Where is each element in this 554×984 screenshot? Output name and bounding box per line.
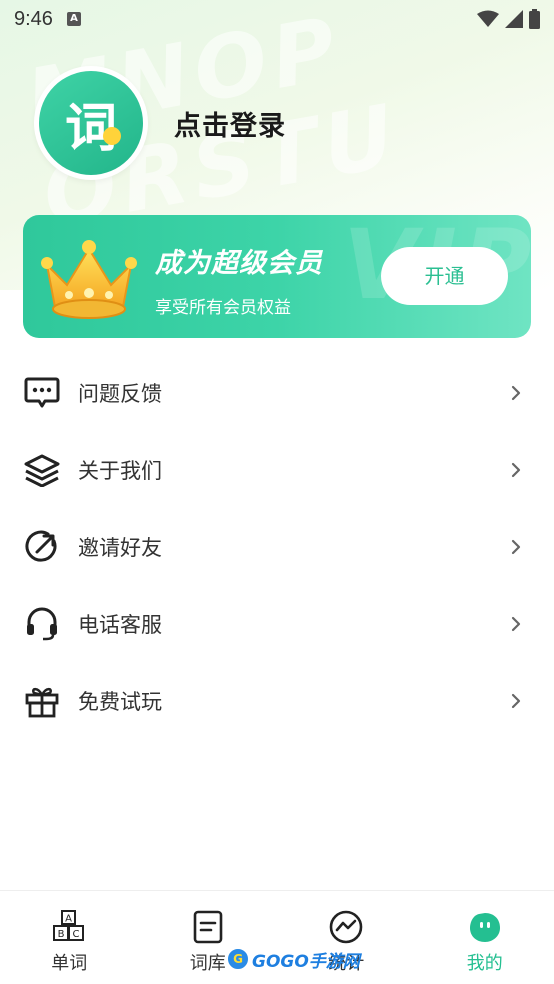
svg-text:C: C [73,929,80,940]
chevron-right-icon [511,462,521,477]
menu-item-feedback[interactable]: 问题反馈 [0,354,554,431]
crown-icon [41,240,137,319]
status-time: 9:46 [14,7,53,30]
site-watermark: G GOGO手游网 [226,946,360,972]
menu-item-about[interactable]: 关于我们 [0,431,554,508]
signal-icon [505,10,523,28]
status-icons [477,9,540,29]
layers-icon [22,450,62,490]
avatar[interactable]: 词 [34,66,148,180]
app-logo-icon: 词 [39,71,143,175]
activate-vip-button[interactable]: 开通 [381,247,508,305]
login-label[interactable]: 点击登录 [174,104,286,143]
tab-label-word-bank: 词库 [189,953,226,974]
svg-text:B: B [58,929,65,940]
headset-icon [22,604,62,644]
settings-menu: 问题反馈 关于我们 邀请好友 电话客服 免费试玩 [0,354,554,739]
tab-label-mine: 我的 [466,953,503,974]
book-icon [190,909,226,945]
menu-label-invite: 邀请好友 [78,535,162,560]
menu-label-free-trial: 免费试玩 [78,689,162,714]
share-icon [22,527,62,567]
vip-banner[interactable]: VIP 成为超级会员 享受所有会员权益 开通 [23,215,531,338]
profile-face-icon [467,909,503,945]
menu-label-phone-support: 电话客服 [78,612,162,637]
notification-icon: A [66,12,81,26]
menu-item-invite[interactable]: 邀请好友 [0,508,554,585]
svg-text:A: A [65,914,72,925]
tab-label-words: 单词 [51,953,88,974]
chevron-right-icon [511,539,521,554]
stats-icon [328,909,364,945]
status-bar: 9:46 A [0,0,554,38]
menu-label-about: 关于我们 [78,458,162,483]
chevron-right-icon [511,385,521,400]
watermark-text: GOGO手游网 [252,951,360,972]
abc-blocks-icon: A B C [51,909,87,945]
chevron-right-icon [511,693,521,708]
watermark-logo-icon: G [226,947,250,971]
menu-label-feedback: 问题反馈 [78,381,162,406]
tab-mine[interactable]: 我的 [416,891,554,984]
profile-header[interactable]: 词 点击登录 [34,66,286,180]
tab-words[interactable]: A B C 单词 [0,891,139,984]
chevron-right-icon [511,616,521,631]
menu-item-phone-support[interactable]: 电话客服 [0,585,554,662]
battery-icon [529,9,540,29]
feedback-icon [22,373,62,413]
vip-title: 成为超级会员 [155,248,323,279]
gift-icon [22,681,62,721]
vip-subtitle: 享受所有会员权益 [155,298,291,318]
menu-item-free-trial[interactable]: 免费试玩 [0,662,554,739]
wifi-icon [477,10,499,27]
